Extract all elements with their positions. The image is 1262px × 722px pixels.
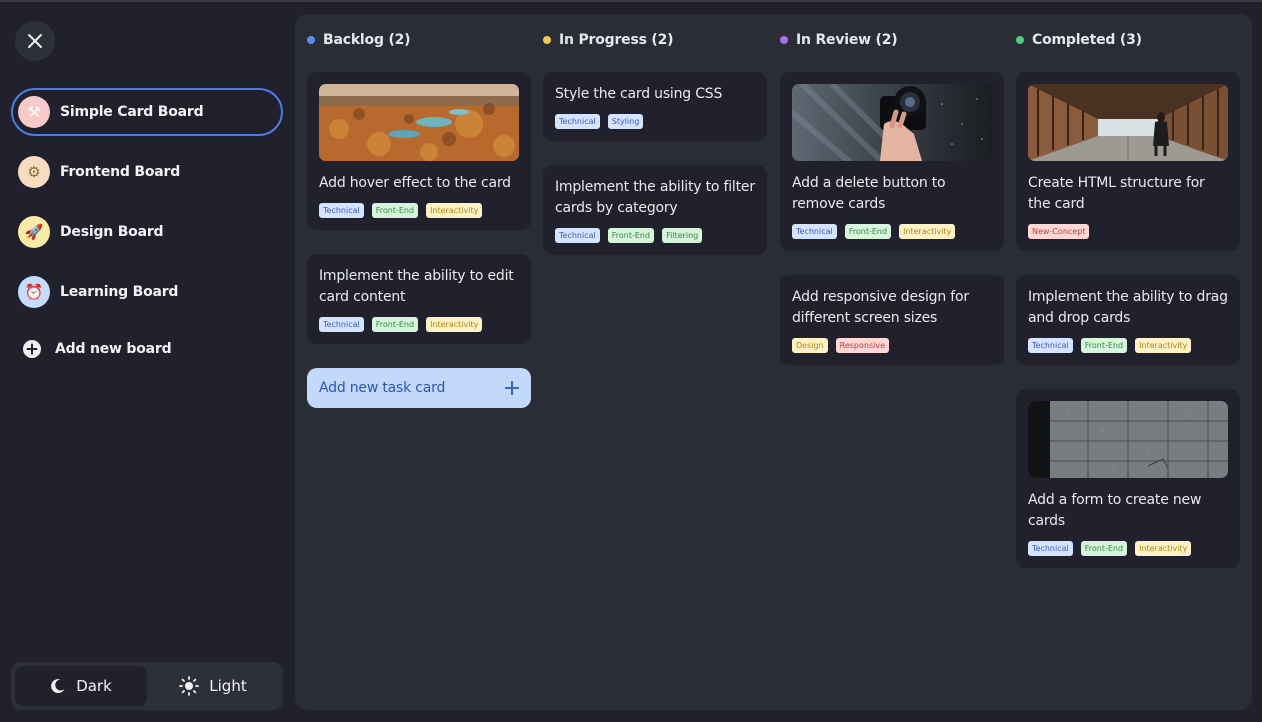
- column-title: Backlog (2): [323, 32, 411, 48]
- tag-technical: Technical: [319, 317, 364, 332]
- column-title: In Progress (2): [559, 32, 674, 48]
- card-tags: Technical Front-End Interactivity: [792, 224, 992, 239]
- tag-technical: Technical: [792, 224, 837, 239]
- tag-interactivity: Interactivity: [1135, 541, 1192, 556]
- card-tags: Technical Front-End Interactivity: [319, 203, 519, 218]
- add-task-card-button[interactable]: Add new task card: [307, 368, 531, 408]
- task-card[interactable]: Implement the ability to filter cards by…: [543, 165, 767, 255]
- card-tags: Technical Front-End Interactivity: [1028, 338, 1228, 353]
- tag-front-end: Front-End: [371, 203, 419, 218]
- board-item-learning-board[interactable]: ⏰ Learning Board: [11, 268, 283, 316]
- card-title: Add a delete button to remove cards: [792, 175, 946, 212]
- plus-icon: [505, 381, 519, 395]
- card-title: Style the card using CSS: [555, 86, 723, 102]
- tag-front-end: Front-End: [1080, 541, 1128, 556]
- task-card[interactable]: Add hover effect to the card Technical F…: [307, 72, 531, 230]
- tag-front-end: Front-End: [371, 317, 419, 332]
- tag-filtering: Filtering: [662, 228, 703, 243]
- tag-interactivity: Interactivity: [899, 224, 956, 239]
- column-status-dot: [307, 36, 315, 44]
- card-tags: New-Concept: [1028, 224, 1228, 239]
- board-item-simple-card-board[interactable]: ⚒ Simple Card Board: [11, 88, 283, 136]
- add-new-board-label: Add new board: [55, 341, 172, 357]
- column-header: Backlog (2): [307, 32, 411, 48]
- add-new-board-button[interactable]: Add new board: [22, 339, 172, 359]
- sidebar: ⚒ Simple Card Board ⚙ Frontend Board 🚀 D…: [0, 2, 295, 722]
- board-area: Backlog (2) Add hover effect to the card…: [295, 14, 1252, 710]
- tag-technical: Technical: [1028, 541, 1073, 556]
- tag-styling: Styling: [607, 114, 644, 129]
- task-card[interactable]: Implement the ability to drag and drop c…: [1016, 275, 1240, 365]
- tag-technical: Technical: [319, 203, 364, 218]
- close-icon: [28, 34, 42, 48]
- gear-icon: ⚙: [18, 156, 50, 188]
- column-status-dot: [543, 36, 551, 44]
- column-status-dot: [1016, 36, 1024, 44]
- tag-front-end: Front-End: [607, 228, 655, 243]
- plus-circle-icon: [23, 340, 41, 358]
- task-card[interactable]: Add a form to create new cards Technical…: [1016, 389, 1240, 568]
- task-card[interactable]: Implement the ability to edit card conte…: [307, 254, 531, 344]
- tag-interactivity: Interactivity: [426, 203, 483, 218]
- task-card[interactable]: Style the card using CSS Technical Styli…: [543, 72, 767, 141]
- card-tags: Technical Front-End Interactivity: [319, 317, 519, 332]
- alarm-clock-icon: ⏰: [18, 276, 50, 308]
- card-title: Add hover effect to the card: [319, 175, 511, 191]
- tag-front-end: Front-End: [844, 224, 892, 239]
- tools-icon: ⚒: [18, 96, 50, 128]
- card-title: Implement the ability to edit card conte…: [319, 268, 514, 305]
- card-title: Add a form to create new cards: [1028, 492, 1202, 529]
- card-title: Add responsive design for different scre…: [792, 289, 969, 326]
- column-title: In Review (2): [796, 32, 898, 48]
- tag-new-concept: New-Concept: [1028, 224, 1090, 239]
- card-image: [319, 84, 519, 161]
- task-card[interactable]: Create HTML structure for the card New-C…: [1016, 72, 1240, 251]
- card-title: Create HTML structure for the card: [1028, 175, 1205, 212]
- card-tags: Technical Front-End Interactivity: [1028, 541, 1228, 556]
- card-image: [1028, 401, 1228, 478]
- tag-technical: Technical: [1028, 338, 1073, 353]
- theme-toggle: Dark Light: [11, 662, 283, 710]
- moon-icon: [51, 679, 65, 694]
- card-tags: Technical Styling: [555, 114, 755, 129]
- theme-dark-label: Dark: [76, 677, 112, 695]
- theme-light-option[interactable]: Light: [147, 666, 279, 706]
- column-header: Completed (3): [1016, 32, 1142, 48]
- card-tags: Design Responsive: [792, 338, 992, 353]
- rocket-icon: 🚀: [18, 216, 50, 248]
- sun-icon: [179, 676, 200, 696]
- column-status-dot: [780, 36, 788, 44]
- board-label: Learning Board: [60, 284, 179, 300]
- card-tags: Technical Front-End Filtering: [555, 228, 755, 243]
- card-image: [1028, 84, 1228, 161]
- board-label: Simple Card Board: [60, 104, 204, 120]
- task-card[interactable]: Add responsive design for different scre…: [780, 275, 1004, 365]
- board-label: Design Board: [60, 224, 164, 240]
- tag-technical: Technical: [555, 228, 600, 243]
- tag-interactivity: Interactivity: [1135, 338, 1192, 353]
- add-task-card-label: Add new task card: [319, 380, 446, 396]
- tag-technical: Technical: [555, 114, 600, 129]
- board-item-design-board[interactable]: 🚀 Design Board: [11, 208, 283, 256]
- tag-front-end: Front-End: [1080, 338, 1128, 353]
- tag-responsive: Responsive: [835, 338, 890, 353]
- board-item-frontend-board[interactable]: ⚙ Frontend Board: [11, 148, 283, 196]
- tag-interactivity: Interactivity: [426, 317, 483, 332]
- card-image: [792, 84, 992, 161]
- tag-design: Design: [792, 338, 828, 353]
- theme-light-label: Light: [209, 677, 247, 695]
- card-title: Implement the ability to filter cards by…: [555, 179, 755, 216]
- theme-dark-option[interactable]: Dark: [15, 666, 147, 706]
- task-card[interactable]: Add a delete button to remove cards Tech…: [780, 72, 1004, 251]
- board-label: Frontend Board: [60, 164, 181, 180]
- column-header: In Progress (2): [543, 32, 674, 48]
- card-title: Implement the ability to drag and drop c…: [1028, 289, 1228, 326]
- column-title: Completed (3): [1032, 32, 1142, 48]
- close-sidebar-button[interactable]: [15, 21, 55, 61]
- column-header: In Review (2): [780, 32, 898, 48]
